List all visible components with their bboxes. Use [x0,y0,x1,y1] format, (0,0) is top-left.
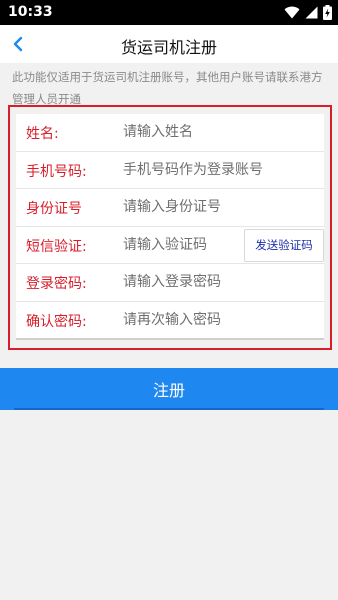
registration-form-highlight: 姓名: 手机号码: 身份证号 短信验证: 发送验证码 登录密码: 确认密码: [8,105,332,350]
registration-form: 姓名: 手机号码: 身份证号 短信验证: 发送验证码 登录密码: 确认密码: [16,114,324,340]
id-number-row: 身份证号 [16,189,324,227]
notice-text: 此功能仅适用于货运司机注册账号，其他用户账号请联系港方管理人员开通 [12,70,323,106]
confirm-password-input[interactable] [123,307,303,333]
sms-code-label: 短信验证: [26,238,87,255]
sms-code-input[interactable] [123,231,241,258]
status-bar: 10:33 [0,0,338,25]
sms-code-row: 短信验证: 发送验证码 [16,227,324,265]
nav-bar: 货运司机注册 [0,25,338,63]
id-number-input[interactable] [123,194,303,221]
send-code-button[interactable]: 发送验证码 [244,228,324,262]
confirm-password-label: 确认密码: [26,314,87,330]
password-row: 登录密码: [16,264,324,302]
password-label: 登录密码: [26,276,87,293]
phone-label: 手机号码: [26,163,87,180]
battery-charging-icon [323,5,332,20]
wifi-icon [284,6,300,19]
status-icons [284,5,332,20]
name-label: 姓名: [26,126,59,142]
cellular-signal-icon [305,6,318,19]
status-time: 10:33 [8,4,53,20]
confirm-password-row: 确认密码: [16,302,324,340]
page-title: 货运司机注册 [120,38,217,57]
phone-input[interactable] [123,156,303,183]
phone-row: 手机号码: [16,152,324,190]
register-button[interactable]: 注册 [0,368,338,410]
name-input[interactable] [123,119,303,145]
password-input[interactable] [123,269,303,296]
id-number-label: 身份证号 [26,201,82,218]
name-row: 姓名: [16,114,324,152]
